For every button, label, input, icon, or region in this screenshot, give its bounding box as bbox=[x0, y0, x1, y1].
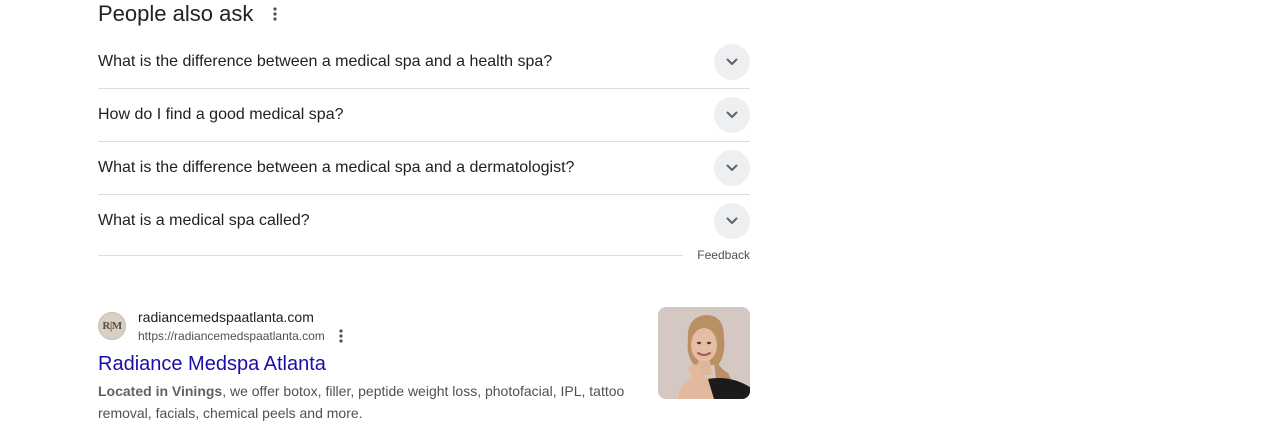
question-list: What is the difference between a medical… bbox=[98, 36, 750, 247]
expand-button[interactable] bbox=[714, 150, 750, 186]
question-text: How do I find a good medical spa? bbox=[98, 106, 344, 123]
expand-button[interactable] bbox=[714, 97, 750, 133]
question-row[interactable]: What is the difference between a medical… bbox=[98, 36, 750, 89]
chevron-down-icon bbox=[726, 111, 738, 118]
result-snippet: Located in Vinings, we offer botox, fill… bbox=[98, 380, 633, 424]
site-name: radiancemedspaatlanta.com bbox=[138, 309, 314, 325]
more-vert-icon[interactable] bbox=[267, 6, 283, 22]
result-source[interactable]: R|M radiancemedspaatlanta.com https://ra… bbox=[98, 307, 347, 345]
question-text: What is the difference between a medical… bbox=[98, 53, 553, 70]
portrait-photo bbox=[658, 307, 750, 399]
site-url-row: https://radiancemedspaatlanta.com bbox=[138, 327, 347, 345]
search-result: R|M radiancemedspaatlanta.com https://ra… bbox=[98, 307, 750, 423]
favicon-text: R|M bbox=[102, 320, 122, 332]
paa-title: People also ask bbox=[98, 1, 254, 26]
divider bbox=[98, 254, 684, 256]
question-row[interactable]: How do I find a good medical spa? bbox=[98, 89, 750, 142]
result-title-link[interactable]: Radiance Medspa Atlanta bbox=[98, 352, 326, 376]
question-text: What is a medical spa called? bbox=[98, 212, 310, 229]
chevron-down-icon bbox=[726, 58, 738, 65]
feedback-link[interactable]: Feedback bbox=[697, 248, 750, 262]
chevron-down-icon bbox=[726, 164, 738, 171]
snippet-emphasis: Located in Vinings bbox=[98, 383, 223, 399]
question-text: What is the difference between a medical… bbox=[98, 159, 575, 176]
expand-button[interactable] bbox=[714, 203, 750, 239]
site-url: https://radiancemedspaatlanta.com bbox=[138, 329, 325, 343]
result-thumbnail[interactable] bbox=[658, 307, 750, 399]
expand-button[interactable] bbox=[714, 44, 750, 80]
feedback-row: Feedback bbox=[98, 245, 750, 265]
chevron-down-icon bbox=[726, 217, 738, 224]
question-row[interactable]: What is the difference between a medical… bbox=[98, 142, 750, 195]
site-favicon: R|M bbox=[98, 312, 126, 340]
question-row[interactable]: What is a medical spa called? bbox=[98, 195, 750, 247]
paa-header: People also ask bbox=[98, 0, 283, 28]
more-vert-icon[interactable] bbox=[335, 328, 347, 344]
site-info: radiancemedspaatlanta.com https://radian… bbox=[138, 307, 347, 345]
